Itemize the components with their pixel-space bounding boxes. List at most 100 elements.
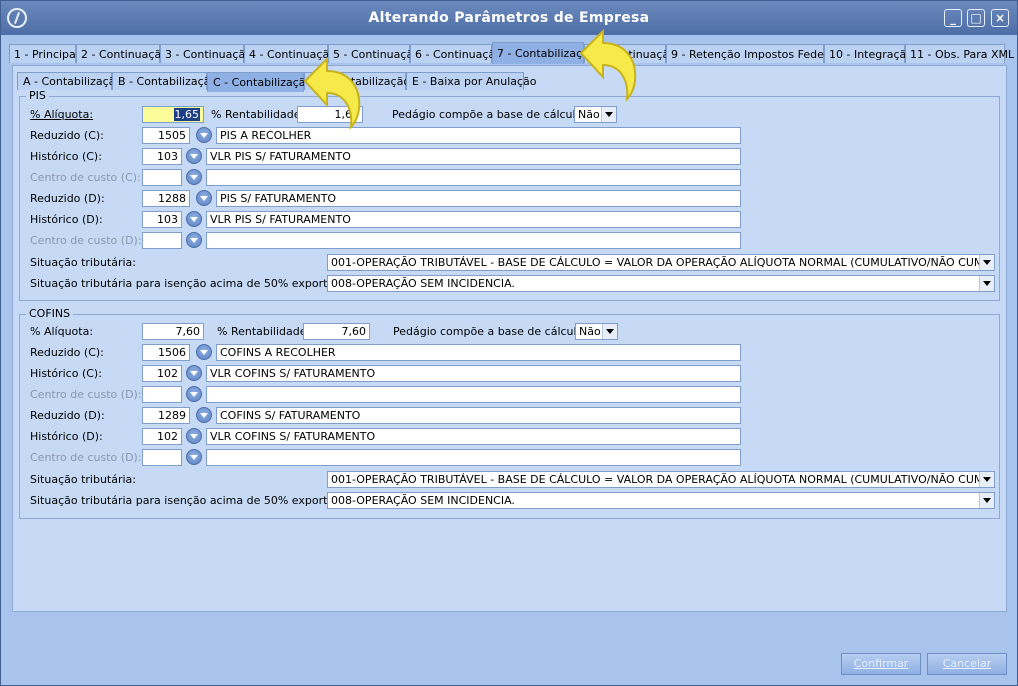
cofins-reduzido-c-desc[interactable]: COFINS A RECOLHER (216, 344, 741, 361)
cofins-reduzido-d-lookup-icon[interactable] (196, 407, 212, 423)
maximize-button[interactable]: □ (967, 9, 985, 27)
tab-continuacao-3[interactable]: 3 - Continuação (160, 44, 252, 63)
cofins-centro-custo-d-lookup-icon[interactable] (186, 449, 202, 465)
cofins-rentab-input[interactable]: 7,60 (303, 323, 370, 340)
pis-centro-custo-d-lookup-icon[interactable] (186, 232, 202, 248)
pis-centro-custo-c-desc[interactable] (206, 169, 741, 186)
app-window: Alterando Parâmetros de Empresa _ □ × 1 … (0, 0, 1018, 686)
pis-aliquota-label: % Alíquota: (30, 108, 94, 121)
close-button[interactable]: × (991, 9, 1009, 27)
cofins-centro-custo-c-code[interactable] (142, 386, 182, 403)
tab-contabilizacao-7[interactable]: 7 - Contabilização (492, 42, 596, 64)
pis-historico-d-lookup-icon[interactable] (186, 211, 202, 227)
pis-group-title: PIS (26, 89, 49, 102)
pointer-arrow-icon (579, 28, 637, 102)
pis-pedagio-label: Pedágio compõe a base de cálculo: (392, 108, 587, 121)
pis-historico-c-desc[interactable]: VLR PIS S/ FATURAMENTO (206, 148, 741, 165)
cofins-historico-d-code[interactable]: 102 (142, 428, 182, 445)
cofins-isencao-select[interactable]: 008-OPERAÇÃO SEM INCIDENCIA. (327, 492, 995, 509)
cofins-centro-custo-c-label: Centro de custo (D): (30, 388, 142, 401)
pis-pedagio-select[interactable]: Não (574, 106, 617, 123)
pis-reduzido-c-label: Reduzido (C): (30, 129, 104, 142)
subtab-a[interactable]: A - Contabilização (17, 72, 122, 90)
cofins-aliquota-input[interactable]: 7,60 (142, 323, 204, 340)
cofins-group: COFINS % Alíquota: 7,60 % Rentabilidade:… (19, 307, 1000, 519)
cofins-historico-c-code[interactable]: 102 (142, 365, 182, 382)
cofins-situacao-label: Situação tributária: (30, 473, 137, 486)
cofins-reduzido-c-label: Reduzido (C): (30, 346, 104, 359)
pis-reduzido-c-desc[interactable]: PIS A RECOLHER (216, 127, 741, 144)
cofins-historico-d-lookup-icon[interactable] (186, 428, 202, 444)
chevron-down-icon (979, 472, 994, 487)
pis-isencao-select[interactable]: 008-OPERAÇÃO SEM INCIDENCIA. (327, 275, 995, 292)
pis-reduzido-c-code[interactable]: 1505 (142, 127, 190, 144)
cofins-isencao-label: Situação tributária para isenção acima d… (30, 494, 358, 507)
cofins-pedagio-select[interactable]: Não (575, 323, 618, 340)
cofins-situacao-select[interactable]: 001-OPERAÇÃO TRIBUTÁVEL - BASE DE CÁLCUL… (327, 471, 995, 488)
subtab-e[interactable]: E - Baixa por Anulação (406, 72, 537, 90)
pis-situacao-select[interactable]: 001-OPERAÇÃO TRIBUTÁVEL - BASE DE CÁLCUL… (327, 254, 995, 271)
pis-centro-custo-c-lookup-icon[interactable] (186, 169, 202, 185)
cofins-aliquota-label: % Alíquota: (30, 325, 94, 338)
pis-historico-c-label: Histórico (C): (30, 150, 102, 163)
chevron-down-icon (601, 107, 616, 122)
chevron-down-icon (979, 276, 994, 291)
cofins-reduzido-d-label: Reduzido (D): (30, 409, 105, 422)
cofins-historico-d-desc[interactable]: VLR COFINS S/ FATURAMENTO (206, 428, 741, 445)
tab-integracao[interactable]: 10 - Integração (824, 44, 913, 63)
pis-historico-c-lookup-icon[interactable] (186, 148, 202, 164)
pis-historico-d-label: Histórico (D): (30, 213, 103, 226)
pis-isencao-label: Situação tributária para isenção acima d… (30, 277, 358, 290)
chevron-down-icon (602, 324, 617, 339)
cofins-reduzido-c-lookup-icon[interactable] (196, 344, 212, 360)
cofins-reduzido-c-code[interactable]: 1506 (142, 344, 190, 361)
pis-historico-d-desc[interactable]: VLR PIS S/ FATURAMENTO (206, 211, 741, 228)
tab-obs-xml[interactable]: 11 - Obs. Para XML (905, 44, 1014, 63)
pis-group: PIS % Alíquota: 1,65 % Rentabilidade: 1,… (19, 89, 1000, 301)
subtab-c[interactable]: C - Contabilização (207, 72, 312, 92)
cofins-historico-c-label: Histórico (C): (30, 367, 102, 380)
pis-reduzido-c-lookup-icon[interactable] (196, 127, 212, 143)
cofins-historico-d-label: Histórico (D): (30, 430, 103, 443)
cofins-centro-custo-d-code[interactable] (142, 449, 182, 466)
tab-content-panel: A - Contabilização B - Contabilização C … (12, 65, 1007, 612)
cofins-centro-custo-c-lookup-icon[interactable] (186, 386, 202, 402)
cofins-historico-c-desc[interactable]: VLR COFINS S/ FATURAMENTO (206, 365, 741, 382)
pis-situacao-label: Situação tributária: (30, 256, 137, 269)
cofins-centro-custo-c-desc[interactable] (206, 386, 741, 403)
title-bar[interactable]: Alterando Parâmetros de Empresa _ □ × (1, 1, 1017, 35)
tab-continuacao-6[interactable]: 6 - Continuação (410, 44, 502, 63)
tab-principal[interactable]: 1 - Principal (9, 44, 79, 63)
cofins-pedagio-label: Pedágio compõe a base de cálculo: (393, 325, 588, 338)
tab-retencao-impostos[interactable]: 9 - Retenção Impostos Federais (666, 44, 844, 63)
minimize-button[interactable]: _ (944, 9, 962, 27)
cofins-centro-custo-d-label: Centro de custo (D): (30, 451, 142, 464)
pis-centro-custo-d-code[interactable] (142, 232, 182, 249)
tab-continuacao-2[interactable]: 2 - Continuação (76, 44, 168, 63)
pis-centro-custo-d-label: Centro de custo (D): (30, 234, 142, 247)
confirm-button[interactable]: Confirmar (841, 653, 921, 675)
pis-aliquota-input[interactable]: 1,65 (142, 106, 204, 123)
cancel-button[interactable]: Cancelar (927, 653, 1007, 675)
pis-rentab-label: % Rentabilidade: (211, 108, 305, 121)
cofins-rentab-label: % Rentabilidade: (217, 325, 311, 338)
window-title: Alterando Parâmetros de Empresa (368, 10, 650, 26)
pis-reduzido-d-code[interactable]: 1288 (142, 190, 190, 207)
pis-reduzido-d-label: Reduzido (D): (30, 192, 105, 205)
cofins-centro-custo-d-desc[interactable] (206, 449, 741, 466)
cofins-group-title: COFINS (26, 307, 74, 320)
cofins-reduzido-d-code[interactable]: 1289 (142, 407, 190, 424)
pis-historico-d-code[interactable]: 103 (142, 211, 182, 228)
chevron-down-icon (979, 255, 994, 270)
pis-historico-c-code[interactable]: 103 (142, 148, 182, 165)
cofins-historico-c-lookup-icon[interactable] (186, 365, 202, 381)
pis-centro-custo-d-desc[interactable] (206, 232, 741, 249)
pis-centro-custo-c-label: Centro de custo (C): (30, 171, 141, 184)
pis-reduzido-d-desc[interactable]: PIS S/ FATURAMENTO (216, 190, 741, 207)
pis-reduzido-d-lookup-icon[interactable] (196, 190, 212, 206)
pis-centro-custo-c-code[interactable] (142, 169, 182, 186)
subtab-b[interactable]: B - Contabilização (112, 72, 217, 90)
chevron-down-icon (979, 493, 994, 508)
cofins-reduzido-d-desc[interactable]: COFINS S/ FATURAMENTO (216, 407, 741, 424)
pointer-arrow-icon (303, 56, 361, 130)
